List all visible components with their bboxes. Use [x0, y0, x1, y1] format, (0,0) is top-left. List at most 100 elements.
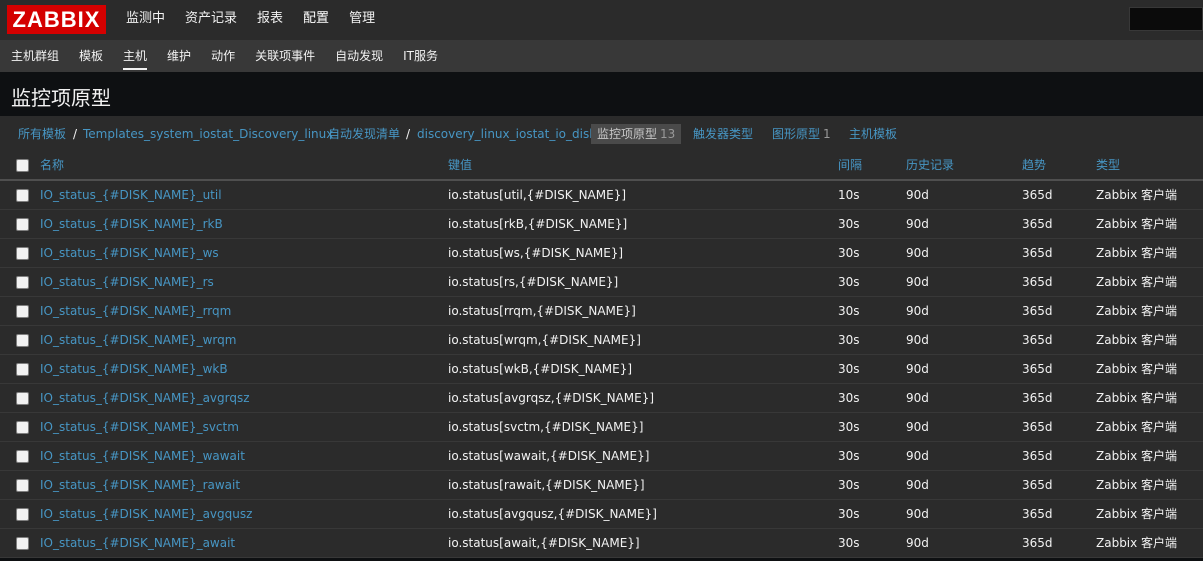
tab-item-prototypes[interactable]: 监控项原型 13 — [591, 124, 682, 144]
column-name[interactable]: 名称 — [40, 150, 64, 180]
row-checkbox[interactable] — [16, 218, 29, 231]
row-checkbox[interactable] — [16, 247, 29, 260]
breadcrumb-discovery-list[interactable]: 自动发现清单 — [328, 124, 400, 144]
submenu-it-services[interactable]: IT服务 — [393, 40, 448, 72]
item-name-link[interactable]: IO_status_{#DISK_NAME}_wkB — [40, 355, 228, 384]
item-name-link[interactable]: IO_status_{#DISK_NAME}_wrqm — [40, 326, 236, 355]
item-trends: 365d — [1022, 507, 1053, 521]
submenu-event-correlation[interactable]: 关联项事件 — [245, 40, 325, 72]
row-checkbox[interactable] — [16, 392, 29, 405]
item-type: Zabbix 客户端 — [1096, 188, 1178, 202]
item-history: 90d — [906, 246, 929, 260]
breadcrumb-separator: / — [73, 127, 78, 141]
item-key: io.status[avgrqsz,{#DISK_NAME}] — [448, 391, 655, 405]
tab-graph-prototypes-label: 图形原型 — [772, 127, 821, 141]
breadcrumb-template[interactable]: Templates_system_iostat_Discovery_linux — [83, 124, 333, 144]
item-name-link[interactable]: IO_status_{#DISK_NAME}_rrqm — [40, 297, 231, 326]
breadcrumb: 所有模板 / Templates_system_iostat_Discovery… — [0, 116, 1203, 150]
item-trends: 365d — [1022, 478, 1053, 492]
zabbix-logo[interactable]: ZABBIX — [7, 5, 106, 34]
row-checkbox[interactable] — [16, 508, 29, 521]
menu-inventory[interactable]: 资产记录 — [175, 0, 247, 40]
item-interval: 30s — [838, 507, 860, 521]
item-name-link[interactable]: IO_status_{#DISK_NAME}_svctm — [40, 413, 239, 442]
item-trends: 365d — [1022, 362, 1053, 376]
row-checkbox[interactable] — [16, 305, 29, 318]
item-type: Zabbix 客户端 — [1096, 333, 1178, 347]
table-header: 名称 键值 间隔 历史记录 趋势 类型 — [0, 150, 1203, 181]
item-name-link[interactable]: IO_status_{#DISK_NAME}_avgqusz — [40, 500, 252, 529]
tab-graph-prototypes[interactable]: 图形原型 1 — [772, 124, 831, 144]
item-type: Zabbix 客户端 — [1096, 478, 1178, 492]
row-checkbox[interactable] — [16, 189, 29, 202]
tab-trigger-prototypes[interactable]: 触发器类型 — [693, 124, 753, 144]
item-interval: 30s — [838, 362, 860, 376]
item-history: 90d — [906, 362, 929, 376]
page-header: 监控项原型 — [0, 72, 1203, 116]
row-checkbox[interactable] — [16, 537, 29, 550]
row-checkbox[interactable] — [16, 334, 29, 347]
page-title: 监控项原型 — [11, 86, 111, 110]
tab-host-prototypes[interactable]: 主机模板 — [849, 124, 897, 144]
column-type[interactable]: 类型 — [1096, 150, 1120, 180]
breadcrumb-all-templates[interactable]: 所有模板 — [18, 124, 66, 144]
submenu-discovery[interactable]: 自动发现 — [325, 40, 393, 72]
item-history: 90d — [906, 304, 929, 318]
column-key[interactable]: 键值 — [448, 150, 472, 180]
item-name-link[interactable]: IO_status_{#DISK_NAME}_avgrqsz — [40, 384, 250, 413]
menu-configuration[interactable]: 配置 — [293, 0, 339, 40]
item-trends: 365d — [1022, 449, 1053, 463]
row-checkbox[interactable] — [16, 479, 29, 492]
table-row: IO_status_{#DISK_NAME}_rkB io.status[rkB,… — [0, 210, 1203, 239]
breadcrumb-discovery-rule[interactable]: discovery_linux_iostat_io_disk — [417, 124, 596, 144]
row-checkbox[interactable] — [16, 276, 29, 289]
item-name-link[interactable]: IO_status_{#DISK_NAME}_wawait — [40, 442, 245, 471]
table-row: IO_status_{#DISK_NAME}_wkB io.status[wkB,… — [0, 355, 1203, 384]
table-row: IO_status_{#DISK_NAME}_avgqusz io.status[… — [0, 500, 1203, 529]
submenu-templates[interactable]: 模板 — [69, 40, 113, 72]
search-input[interactable] — [1129, 7, 1203, 31]
column-interval[interactable]: 间隔 — [838, 150, 862, 180]
row-checkbox[interactable] — [16, 450, 29, 463]
menu-administration[interactable]: 管理 — [339, 0, 385, 40]
item-name-link[interactable]: IO_status_{#DISK_NAME}_ws — [40, 239, 219, 268]
item-key: io.status[svctm,{#DISK_NAME}] — [448, 420, 644, 434]
item-trends: 365d — [1022, 246, 1053, 260]
item-key: io.status[wkB,{#DISK_NAME}] — [448, 362, 633, 376]
submenu-maintenance[interactable]: 维护 — [157, 40, 201, 72]
table-row: IO_status_{#DISK_NAME}_ws io.status[ws,{#… — [0, 239, 1203, 268]
menu-reports[interactable]: 报表 — [247, 0, 293, 40]
item-history: 90d — [906, 507, 929, 521]
submenu-hosts[interactable]: 主机 — [113, 40, 157, 72]
column-history[interactable]: 历史记录 — [906, 150, 954, 180]
table-body: IO_status_{#DISK_NAME}_util io.status[uti… — [0, 181, 1203, 558]
item-trends: 365d — [1022, 333, 1053, 347]
menu-monitoring[interactable]: 监测中 — [116, 0, 175, 40]
item-name-link[interactable]: IO_status_{#DISK_NAME}_await — [40, 529, 235, 558]
submenu-actions[interactable]: 动作 — [201, 40, 245, 72]
item-interval: 30s — [838, 217, 860, 231]
item-type: Zabbix 客户端 — [1096, 246, 1178, 260]
item-key: io.status[ws,{#DISK_NAME}] — [448, 246, 624, 260]
item-name-link[interactable]: IO_status_{#DISK_NAME}_rs — [40, 268, 214, 297]
item-interval: 30s — [838, 275, 860, 289]
table-row: IO_status_{#DISK_NAME}_wawait io.status[w… — [0, 442, 1203, 471]
table-row: IO_status_{#DISK_NAME}_wrqm io.status[wrq… — [0, 326, 1203, 355]
breadcrumb-separator: / — [406, 127, 411, 141]
item-interval: 30s — [838, 333, 860, 347]
column-trends[interactable]: 趋势 — [1022, 150, 1046, 180]
sub-menu: 主机群组 模板 主机 维护 动作 关联项事件 自动发现 IT服务 — [0, 40, 448, 72]
submenu-host-groups[interactable]: 主机群组 — [0, 40, 69, 72]
item-history: 90d — [906, 536, 929, 550]
item-name-link[interactable]: IO_status_{#DISK_NAME}_util — [40, 181, 222, 210]
item-name-link[interactable]: IO_status_{#DISK_NAME}_rkB — [40, 210, 223, 239]
table-row: IO_status_{#DISK_NAME}_await io.status[aw… — [0, 529, 1203, 558]
item-type: Zabbix 客户端 — [1096, 507, 1178, 521]
tab-item-prototypes-label: 监控项原型 — [597, 127, 658, 141]
item-name-link[interactable]: IO_status_{#DISK_NAME}_rawait — [40, 471, 240, 500]
row-checkbox[interactable] — [16, 421, 29, 434]
item-interval: 30s — [838, 246, 860, 260]
row-checkbox[interactable] — [16, 363, 29, 376]
sub-navigation-bar: 主机群组 模板 主机 维护 动作 关联项事件 自动发现 IT服务 — [0, 40, 1203, 72]
select-all-checkbox[interactable] — [16, 159, 29, 172]
